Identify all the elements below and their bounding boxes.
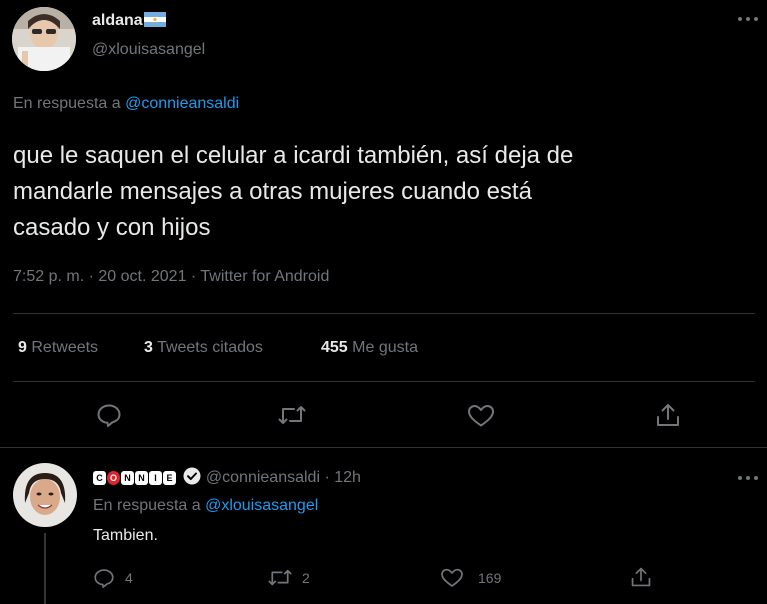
divider: [0, 447, 767, 448]
retweet-count: 2: [302, 569, 310, 586]
reply-reply-button[interactable]: 4: [93, 568, 133, 588]
reply-retweet-button[interactable]: 2: [268, 568, 310, 587]
reply-share-button[interactable]: [630, 566, 652, 588]
thread-line: [44, 533, 46, 604]
reply-context: En respuesta a @xlouisasangel: [93, 497, 319, 514]
stat-quotes[interactable]: 3 Tweets citados: [144, 339, 263, 357]
heart-icon: [467, 404, 495, 428]
author-name[interactable]: aldana: [92, 12, 166, 30]
author-handle[interactable]: @xlouisasangel: [92, 41, 205, 59]
stat-likes[interactable]: 455 Me gusta: [321, 339, 418, 357]
tweet-meta: 7:52 p. m. · 20 oct. 2021 · Twitter for …: [13, 268, 330, 285]
divider: [13, 381, 755, 382]
author-avatar[interactable]: [12, 7, 76, 71]
share-icon: [655, 402, 681, 428]
reply-count: 4: [125, 570, 133, 586]
like-count: 169: [478, 570, 502, 586]
heart-icon: [440, 568, 464, 588]
more-horizontal-icon[interactable]: [737, 16, 759, 22]
retweet-icon: [268, 568, 292, 587]
retweet-button[interactable]: [278, 404, 306, 426]
reply-bubble-icon: [93, 568, 115, 588]
divider: [13, 313, 755, 314]
reply-like-button[interactable]: 169: [440, 568, 501, 588]
reply-age[interactable]: 12h: [334, 469, 361, 486]
like-button[interactable]: [467, 404, 495, 428]
more-horizontal-icon[interactable]: [737, 475, 759, 481]
share-icon: [630, 566, 652, 588]
tweet-date[interactable]: 20 oct. 2021: [98, 268, 186, 285]
reply-context: En respuesta a @connieansaldi: [13, 95, 240, 112]
reply-author-name[interactable]: CONNIE: [93, 469, 177, 487]
verified-badge-icon: [183, 467, 201, 485]
retweet-icon: [278, 404, 306, 426]
tweet-text: que le saquen el celular a icardi tambié…: [13, 142, 574, 241]
stat-retweets[interactable]: 9 Retweets: [18, 339, 98, 357]
reply-to-link[interactable]: @connieansaldi: [125, 95, 239, 112]
reply-avatar[interactable]: [13, 463, 77, 527]
reply-bubble-icon: [96, 403, 122, 427]
reply-button[interactable]: [96, 403, 122, 427]
tweet-time[interactable]: 7:52 p. m.: [13, 268, 84, 285]
argentina-flag-icon: [143, 12, 166, 27]
reply-text: Tambien.: [93, 527, 158, 544]
share-button[interactable]: [655, 402, 681, 428]
tweet-source[interactable]: Twitter for Android: [200, 268, 329, 285]
reply-header: CONNIE @connieansaldi · 12h: [93, 467, 361, 487]
reply-handle[interactable]: @connieansaldi: [206, 469, 320, 486]
reply-to-link[interactable]: @xlouisasangel: [205, 497, 318, 514]
